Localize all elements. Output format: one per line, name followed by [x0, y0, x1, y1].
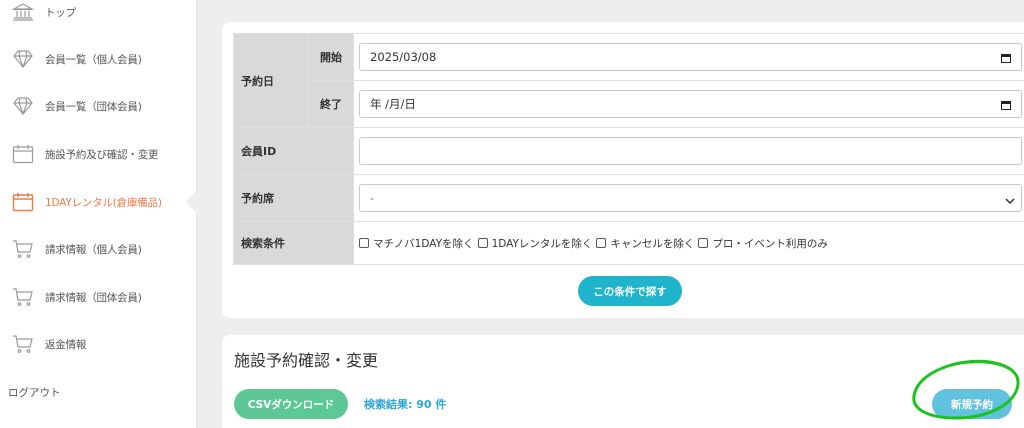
sidebar-item-billing-individual[interactable]: 請求情報（個人会員)	[0, 229, 196, 269]
diamond-icon	[12, 48, 34, 70]
sidebar-item-top[interactable]: トップ	[0, 0, 196, 32]
sidebar-item-label: 施設予約及び確認・変更	[45, 148, 159, 161]
checkbox-label: 1DAYレンタルを除く	[491, 237, 593, 250]
checkbox-label: マチノバ1DAYを除く	[373, 237, 474, 250]
checkbox-pro-event-only[interactable]: プロ・イベント利用のみ	[698, 236, 828, 251]
page-title: 施設予約確認・変更	[234, 351, 379, 370]
calendar-icon	[12, 143, 34, 165]
sidebar-item-members-individual[interactable]: 会員一覧（個人会員)	[0, 39, 196, 79]
checkbox[interactable]	[359, 238, 369, 248]
calendar-picker-icon[interactable]	[1001, 52, 1011, 66]
checkbox-exclude-machinoba-1day[interactable]: マチノバ1DAYを除く	[359, 236, 474, 251]
cart-icon	[12, 238, 34, 260]
start-date-value: 2025/03/08	[370, 50, 437, 64]
checkbox[interactable]	[596, 238, 607, 248]
search-panel: 予約日 開始 2025/03/08 終了 年 /月/日 会員ID 予約席 - 検…	[222, 22, 1024, 318]
checkbox[interactable]	[698, 238, 709, 248]
condition-checkboxes: マチノバ1DAYを除く 1DAYレンタルを除く キャンセルを除く プロ・イベント…	[359, 236, 1024, 251]
member-id-label: 会員ID	[233, 127, 354, 175]
member-id-input[interactable]	[359, 137, 1022, 165]
checkbox[interactable]	[477, 238, 488, 248]
checkbox-label: プロ・イベント利用のみ	[712, 237, 828, 250]
seat-select[interactable]: -	[359, 184, 1022, 212]
sidebar-item-label: トップ	[45, 6, 76, 19]
seat-label: 予約席	[233, 174, 354, 222]
calendar-picker-icon[interactable]	[1001, 99, 1011, 113]
sidebar-item-label: 会員一覧（団体会員)	[45, 100, 142, 113]
checkbox-exclude-cancel[interactable]: キャンセルを除く	[596, 236, 694, 251]
search-form: 予約日 開始 2025/03/08 終了 年 /月/日 会員ID 予約席 - 検…	[233, 33, 1024, 265]
start-date-label: 開始	[308, 33, 354, 81]
search-button[interactable]: この条件で探す	[578, 276, 682, 306]
end-date-label: 終了	[308, 80, 354, 128]
sidebar-item-label: 1DAYレンタル(倉庫備品)	[45, 196, 162, 209]
end-date-input[interactable]: 年 /月/日	[359, 90, 1022, 118]
cart-icon	[12, 333, 34, 355]
end-date-value: 年 /月/日	[370, 97, 416, 111]
sidebar-item-billing-group[interactable]: 請求情報（団体会員)	[0, 277, 196, 317]
sidebar-item-label: 返金情報	[45, 338, 87, 351]
cart-icon	[12, 286, 34, 308]
sidebar-item-facility-reservation[interactable]: 施設予約及び確認・変更	[0, 134, 196, 174]
sidebar-item-label: 会員一覧（個人会員)	[45, 53, 142, 66]
results-panel: 施設予約確認・変更 CSVダウンロード 検索結果: 90 件 新規予約	[222, 335, 1024, 428]
sidebar-item-label: 請求情報（個人会員)	[45, 243, 142, 256]
sidebar-item-label: 請求情報（団体会員)	[45, 291, 142, 304]
result-count: 検索結果: 90 件	[364, 398, 447, 411]
calendar-icon	[12, 191, 34, 213]
sidebar: トップ 会員一覧（個人会員) 会員一覧（団体会員) 施設予約及び確認・変更 1D…	[0, 0, 197, 428]
search-conditions-label: 検索条件	[233, 221, 354, 265]
sidebar-item-refunds[interactable]: 返金情報	[0, 324, 196, 364]
sidebar-item-1day-rental[interactable]: 1DAYレンタル(倉庫備品)	[0, 182, 196, 222]
checkbox-label: キャンセルを除く	[610, 237, 695, 250]
diamond-icon	[12, 95, 34, 117]
chevron-down-icon	[1005, 194, 1015, 208]
reservation-date-label: 予約日	[233, 33, 309, 128]
bank-icon	[12, 1, 34, 23]
highlight-annotation	[912, 359, 1020, 420]
sidebar-item-members-group[interactable]: 会員一覧（団体会員)	[0, 86, 196, 126]
active-indicator	[186, 190, 197, 214]
seat-select-value: -	[370, 191, 375, 205]
csv-download-button[interactable]: CSVダウンロード	[234, 389, 348, 419]
logout-link[interactable]: ログアウト	[8, 385, 61, 400]
checkbox-exclude-1day-rental[interactable]: 1DAYレンタルを除く	[477, 236, 593, 251]
start-date-input[interactable]: 2025/03/08	[359, 43, 1022, 71]
